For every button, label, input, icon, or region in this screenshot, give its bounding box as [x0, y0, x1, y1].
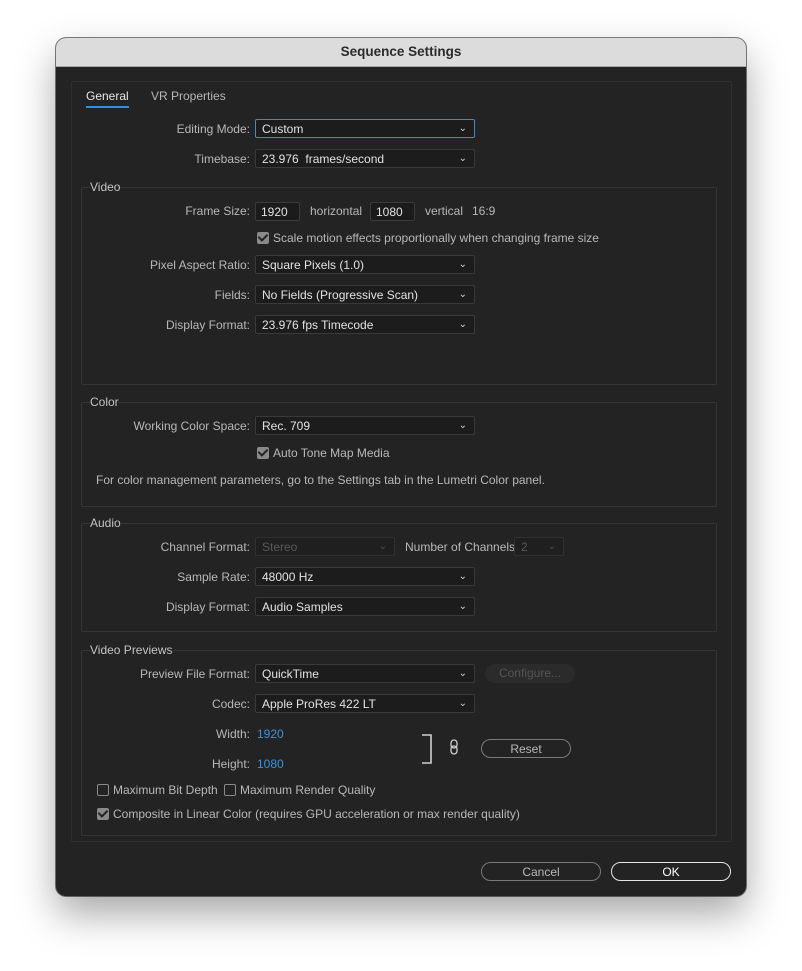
- video-display-format-select[interactable]: 23.976 fps Timecode ⌄: [255, 315, 475, 334]
- channel-format-label: Channel Format:: [160, 540, 250, 554]
- chevron-down-icon: ⌄: [458, 668, 467, 679]
- chevron-down-icon: ⌄: [458, 289, 467, 300]
- chevron-down-icon: ⌄: [458, 601, 467, 612]
- configure-button[interactable]: Configure...: [485, 664, 575, 683]
- chevron-down-icon: ⌄: [458, 698, 467, 709]
- video-legend: Video: [90, 180, 121, 194]
- preview-file-format-label: Preview File Format:: [139, 667, 250, 681]
- video-display-format-label: Display Format:: [165, 318, 250, 332]
- color-legend: Color: [90, 395, 119, 409]
- max-bit-depth-label: Maximum Bit Depth: [113, 783, 218, 797]
- link-icon[interactable]: [449, 739, 459, 755]
- chevron-down-icon: ⌄: [458, 420, 467, 431]
- chevron-down-icon: ⌄: [458, 259, 467, 270]
- auto-tone-map-label: Auto Tone Map Media: [273, 446, 390, 460]
- chevron-down-icon: ⌄: [547, 541, 556, 552]
- video-display-format-value: 23.976 fps Timecode: [262, 318, 374, 332]
- aspect-ratio-text: 16:9: [472, 204, 496, 218]
- scale-motion-label: Scale motion effects proportionally when…: [273, 231, 599, 245]
- pixel-aspect-value: Square Pixels (1.0): [262, 258, 365, 272]
- working-color-space-label: Working Color Space:: [133, 419, 251, 433]
- frame-height-input[interactable]: 1080: [370, 202, 415, 221]
- chevron-down-icon: ⌄: [458, 571, 467, 582]
- timebase-select[interactable]: 23.976 frames/second ⌄: [255, 149, 475, 168]
- chevron-down-icon: ⌄: [458, 123, 467, 134]
- chevron-down-icon: ⌄: [378, 541, 387, 552]
- scale-motion-checkbox[interactable]: [257, 232, 269, 244]
- linear-color-label: Composite in Linear Color (requires GPU …: [113, 807, 520, 821]
- codec-label: Codec:: [211, 697, 250, 711]
- codec-value: Apple ProRes 422 LT: [262, 697, 376, 711]
- max-bit-depth-checkbox[interactable]: [97, 784, 109, 796]
- fields-label: Fields:: [214, 288, 250, 302]
- color-management-note: For color management parameters, go to t…: [96, 473, 545, 487]
- frame-width-input[interactable]: 1920: [255, 202, 300, 221]
- fields-select[interactable]: No Fields (Progressive Scan) ⌄: [255, 285, 475, 304]
- chevron-down-icon: ⌄: [458, 153, 467, 164]
- editing-mode-value: Custom: [262, 122, 304, 136]
- audio-display-format-label: Display Format:: [165, 600, 250, 614]
- preview-file-format-value: QuickTime: [262, 667, 319, 681]
- frame-size-label: Frame Size:: [185, 204, 250, 218]
- number-of-channels-label: Number of Channels:: [405, 540, 519, 554]
- preview-height-label: Height:: [211, 757, 250, 771]
- sample-rate-value: 48000 Hz: [262, 570, 314, 584]
- tab-vr-properties[interactable]: VR Properties: [151, 89, 226, 103]
- max-render-quality-checkbox[interactable]: [224, 784, 236, 796]
- number-of-channels-select[interactable]: 2 ⌄: [514, 537, 564, 556]
- preview-height-value[interactable]: 1080: [257, 757, 284, 771]
- pixel-aspect-label: Pixel Aspect Ratio:: [149, 258, 250, 272]
- editing-mode-select[interactable]: Custom ⌄: [255, 119, 475, 138]
- timebase-label: Timebase:: [194, 152, 250, 166]
- editing-mode-label: Editing Mode:: [176, 122, 250, 136]
- sequence-settings-dialog: Sequence Settings General VR Properties …: [56, 38, 746, 896]
- dialog-title: Sequence Settings: [56, 38, 746, 67]
- working-color-space-value: Rec. 709: [262, 419, 311, 433]
- tab-general[interactable]: General: [86, 89, 129, 108]
- number-of-channels-value: 2: [521, 540, 528, 554]
- cancel-button[interactable]: Cancel: [481, 862, 601, 881]
- auto-tone-map-checkbox[interactable]: [257, 447, 269, 459]
- codec-select[interactable]: Apple ProRes 422 LT ⌄: [255, 694, 475, 713]
- sample-rate-select[interactable]: 48000 Hz ⌄: [255, 567, 475, 586]
- audio-display-format-value: Audio Samples: [262, 600, 343, 614]
- sample-rate-label: Sample Rate:: [177, 570, 250, 584]
- chevron-down-icon: ⌄: [458, 319, 467, 330]
- audio-display-format-select[interactable]: Audio Samples ⌄: [255, 597, 475, 616]
- horizontal-label: horizontal: [310, 204, 363, 218]
- bracket-icon: [422, 734, 432, 764]
- preview-width-label: Width:: [215, 727, 250, 741]
- audio-legend: Audio: [90, 516, 121, 530]
- channel-format-value: Stereo: [262, 540, 298, 554]
- linear-color-checkbox[interactable]: [97, 808, 109, 820]
- video-previews-legend: Video Previews: [90, 643, 173, 657]
- preview-width-value[interactable]: 1920: [257, 727, 284, 741]
- working-color-space-select[interactable]: Rec. 709 ⌄: [255, 416, 475, 435]
- channel-format-select[interactable]: Stereo ⌄: [255, 537, 395, 556]
- preview-file-format-select[interactable]: QuickTime ⌄: [255, 664, 475, 683]
- ok-button[interactable]: OK: [611, 862, 731, 881]
- max-render-quality-label: Maximum Render Quality: [240, 783, 376, 797]
- reset-button[interactable]: Reset: [481, 739, 571, 758]
- fields-value: No Fields (Progressive Scan): [262, 288, 419, 302]
- timebase-value: 23.976 frames/second: [262, 152, 385, 166]
- vertical-label: vertical: [425, 204, 464, 218]
- pixel-aspect-select[interactable]: Square Pixels (1.0) ⌄: [255, 255, 475, 274]
